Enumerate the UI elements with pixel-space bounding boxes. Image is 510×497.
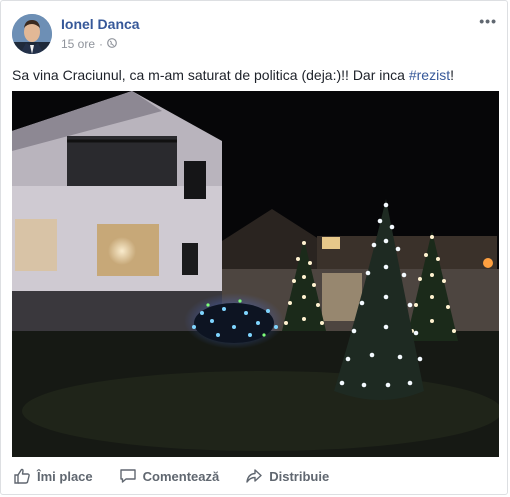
post-text: Sa vina Craciunul, ca m-am saturat de po…	[12, 67, 454, 83]
more-options-icon[interactable]: •••	[479, 13, 497, 29]
avatar-image	[12, 14, 52, 54]
hashtag-link[interactable]: #rezist	[409, 67, 450, 83]
post-photo[interactable]	[12, 91, 499, 457]
comment-label: Comentează	[142, 468, 220, 484]
post-text-body: Sa vina Craciunul, ca m-am saturat de po…	[12, 67, 409, 83]
share-button[interactable]: Distribuie	[245, 467, 329, 485]
comment-button[interactable]: Comentează	[119, 467, 220, 485]
globe-icon[interactable]	[107, 37, 117, 51]
meta-separator: ·	[99, 37, 104, 51]
post-card: Ionel Danca 15 ore · ••• Sa vina Craciun…	[0, 0, 508, 495]
thumbs-up-icon	[13, 467, 31, 485]
post-time[interactable]: 15 ore	[61, 37, 95, 51]
share-label: Distribuie	[269, 468, 330, 484]
share-arrow-icon	[245, 467, 263, 485]
post-actions-bar: Îmi place Comentează Distribuie	[1, 460, 507, 492]
avatar[interactable]	[12, 14, 52, 54]
post-meta: 15 ore ·	[61, 37, 117, 51]
like-button[interactable]: Îmi place	[13, 467, 93, 485]
post-text-end: !	[450, 67, 454, 83]
comment-icon	[119, 467, 137, 485]
like-label: Îmi place	[37, 468, 93, 484]
christmas-lights-photo	[12, 91, 499, 457]
author-name[interactable]: Ionel Danca	[61, 16, 140, 32]
